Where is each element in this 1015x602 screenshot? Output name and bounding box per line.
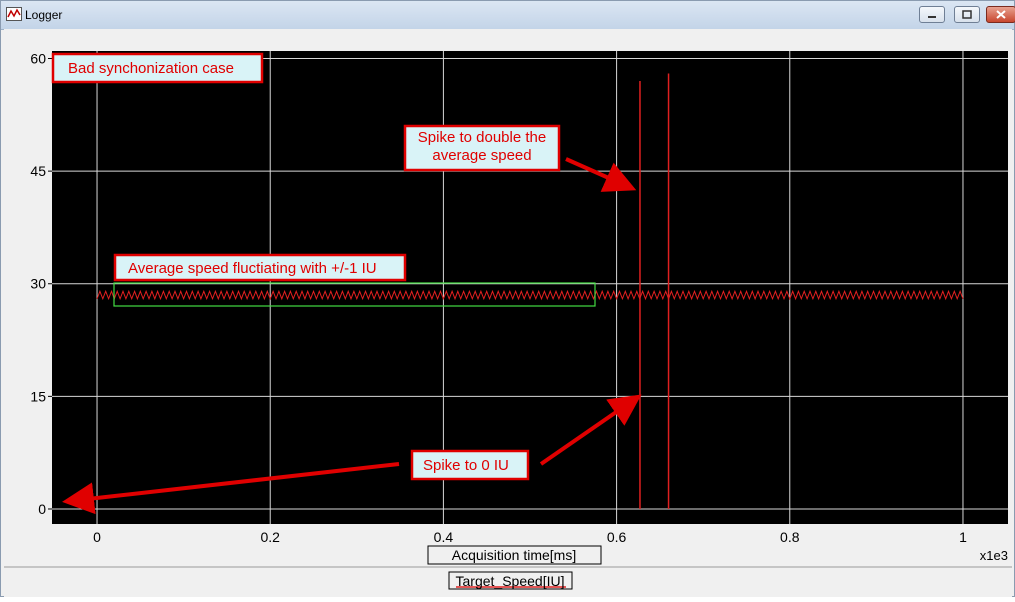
annotation-avg-fluct: Average speed fluctiating with +/-1 IU	[113, 253, 407, 282]
annotation-spike-double: Spike to double the average speed	[403, 124, 561, 172]
window-title: Logger	[25, 8, 63, 22]
annotation-spike-zero: Spike to 0 IU	[410, 449, 530, 481]
x-tick-label-2: 0.4	[434, 529, 454, 545]
y-tick-label-2: 30	[30, 276, 46, 292]
plot-area-container: 0 15 30 45 60 0 0.2 0.4 0.6 0.8 1 Bad synchonizat…	[4, 29, 1012, 597]
y-tick-label-4: 60	[30, 51, 46, 67]
logger-chart-icon	[6, 7, 22, 21]
annotation-bad-sync-text: Bad synchonization case	[68, 60, 234, 77]
y-tick-label-0: 0	[38, 501, 46, 517]
annotation-avg-fluct-text: Average speed fluctiating with +/-1 IU	[128, 260, 377, 277]
x-tick-label-1: 0.2	[260, 529, 280, 545]
x-axis-label: Acquisition time[ms]	[452, 547, 576, 563]
y-tick-label-1: 15	[30, 388, 46, 404]
x-tick-label-3: 0.6	[607, 529, 627, 545]
x-axis: 0 0.2 0.4 0.6 0.8 1	[93, 529, 967, 545]
close-button[interactable]	[986, 6, 1015, 23]
x-tick-label-5: 1	[959, 529, 967, 545]
speed-chart[interactable]: 0 15 30 45 60 0 0.2 0.4 0.6 0.8 1 Bad synchonizat…	[4, 29, 1012, 597]
y-axis: 0 15 30 45 60	[30, 51, 52, 517]
title-bar[interactable]: Logger	[1, 1, 1015, 30]
plot-background	[52, 51, 1008, 524]
logger-window: Logger 0 15 30 45 60 0 0.2 0.4 0.6 0.8 1	[0, 0, 1015, 597]
legend-item-target-speed: Target_Speed[IU]	[456, 573, 565, 589]
legend[interactable]: Target_Speed[IU]	[448, 571, 573, 590]
annotation-spike-double-line-2: average speed	[432, 147, 531, 164]
minimize-icon	[928, 16, 936, 18]
close-icon	[996, 10, 1006, 19]
annotation-spike-double-text: Spike to double the average speed	[418, 129, 546, 164]
x-tick-label-0: 0	[93, 529, 101, 545]
maximize-button[interactable]	[954, 6, 980, 23]
annotation-spike-zero-text: Spike to 0 IU	[423, 457, 509, 474]
annotation-bad-sync: Bad synchonization case	[51, 52, 264, 84]
maximize-icon	[962, 10, 972, 19]
minimize-button[interactable]	[919, 6, 945, 23]
annotation-spike-double-line-1: Spike to double the	[418, 129, 546, 146]
y-tick-label-3: 45	[30, 163, 46, 179]
x-tick-label-4: 0.8	[780, 529, 800, 545]
x-multiplier: x1e3	[980, 548, 1008, 563]
